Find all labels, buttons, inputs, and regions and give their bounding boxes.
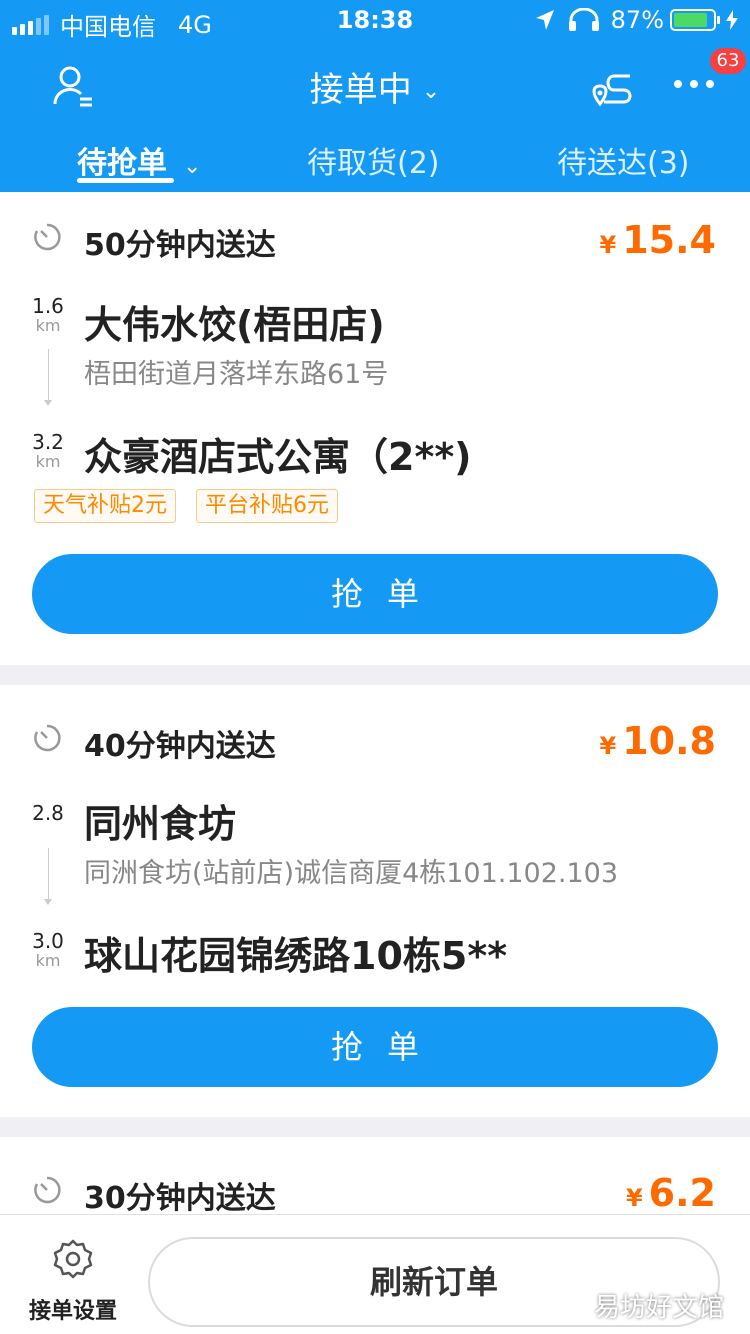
- status-right: 87%: [535, 6, 738, 34]
- tab-label: 待抢单: [77, 146, 167, 181]
- delivery-time: 50分钟内送达: [84, 228, 276, 263]
- distance-value: 3.0: [32, 929, 64, 953]
- page-title: 接单中: [309, 70, 412, 110]
- pickup-address: 梧田街道月落垟东路61号: [84, 359, 389, 390]
- dropoff-name: 球山花园锦绣路10栋5**: [84, 934, 508, 978]
- order-tabs: 待抢单 ⌄ 待取货(2) 待送达(3): [0, 130, 750, 190]
- distance-unit: km: [35, 452, 61, 471]
- location-arrow-icon: [535, 10, 554, 30]
- watermark-text: 易坊好文馆: [593, 1293, 724, 1323]
- battery-fill: [674, 13, 707, 27]
- tab-pending-delivery[interactable]: 待送达(3): [557, 138, 690, 182]
- top-bar: 接单中 ⌄: [0, 50, 750, 120]
- app-header: 中国电信 4G 18:38 87% 接单中 ⌄ 63 待抢单 ⌄ 待取货(2) …: [0, 0, 750, 192]
- order-price: ¥6.2: [626, 1171, 716, 1215]
- pickup-distance: 2.8: [28, 803, 68, 823]
- gear-icon: [53, 1239, 93, 1279]
- tab-pending-pickup[interactable]: 待取货(2): [307, 138, 440, 182]
- tab-pending-grab[interactable]: 待抢单 ⌄: [77, 138, 201, 182]
- dropoff-distance: 3.0 km: [28, 931, 68, 971]
- notification-badge: 63: [710, 48, 746, 74]
- distance-unit: km: [35, 951, 61, 970]
- charging-bolt-icon: [726, 10, 738, 30]
- distance-value: 3.2: [32, 430, 64, 454]
- timer-icon: [34, 724, 61, 752]
- currency-symbol: ¥: [599, 231, 617, 259]
- distance-unit: km: [35, 316, 61, 335]
- price-value: 10.8: [622, 719, 716, 763]
- price-value: 15.4: [622, 218, 716, 262]
- price-value: 6.2: [648, 1171, 716, 1215]
- pickup-distance: 1.6 km: [28, 296, 68, 336]
- headphones-icon: [568, 8, 599, 31]
- pickup-name: 大伟水饺(梧田店): [84, 303, 385, 347]
- route-line: [44, 349, 52, 406]
- route-map-icon[interactable]: [590, 68, 636, 108]
- grab-order-button[interactable]: 抢单: [32, 1007, 718, 1087]
- pickup-address: 同洲食坊(站前店)诚信商厦4栋101.102.103: [84, 858, 619, 889]
- settings-label: 接单设置: [28, 1299, 117, 1324]
- order-card: 30分钟内送达 ¥6.2: [0, 1137, 750, 1217]
- dropoff-distance: 3.2 km: [28, 432, 68, 472]
- battery-percent: 87%: [610, 6, 664, 34]
- battery-icon: [670, 9, 720, 31]
- route-line: [44, 848, 52, 905]
- distance-value: 1.6: [32, 294, 64, 318]
- order-card: 50分钟内送达 ¥15.4 1.6 km 大伟水饺(梧田店) 梧田街道月落垟东路…: [0, 192, 750, 665]
- dropoff-name: 众豪酒店式公寓（2**): [84, 435, 472, 479]
- delivery-time: 40分钟内送达: [84, 729, 276, 764]
- pickup-name: 同州食坊: [84, 802, 237, 846]
- timer-icon: [34, 223, 61, 251]
- order-price: ¥15.4: [600, 218, 716, 262]
- chevron-down-icon: ⌄: [183, 154, 202, 179]
- status-bar: 中国电信 4G 18:38 87%: [0, 0, 750, 41]
- timer-icon: [34, 1176, 61, 1204]
- grab-order-button[interactable]: 抢单: [32, 554, 718, 634]
- distance-value: 2.8: [32, 801, 64, 825]
- delivery-time: 30分钟内送达: [84, 1181, 276, 1216]
- order-card: 40分钟内送达 ¥10.8 2.8 同州食坊 同洲食坊(站前店)诚信商厦4栋10…: [0, 685, 750, 1117]
- currency-symbol: ¥: [625, 1184, 643, 1212]
- order-price: ¥10.8: [600, 719, 716, 763]
- subsidy-tag: 平台补贴6元: [196, 489, 338, 523]
- currency-symbol: ¥: [599, 732, 617, 760]
- status-title-dropdown[interactable]: 接单中 ⌄: [0, 62, 750, 111]
- order-settings-button[interactable]: 接单设置: [18, 1237, 128, 1325]
- more-options-icon[interactable]: [672, 78, 716, 90]
- chevron-down-icon: ⌄: [421, 79, 441, 104]
- active-tab-indicator: [77, 178, 174, 183]
- subsidy-tag: 天气补贴2元: [34, 489, 176, 523]
